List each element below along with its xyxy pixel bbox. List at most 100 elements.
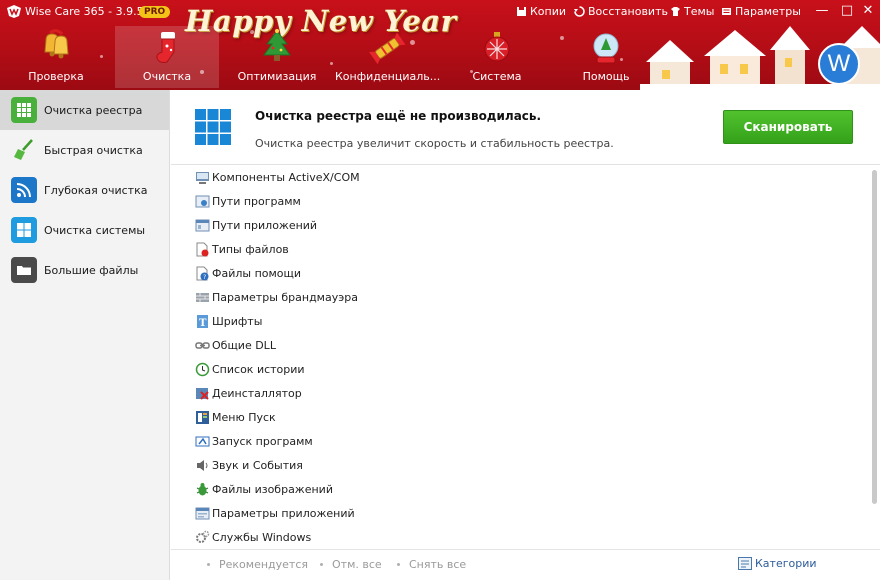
registry-status-panel: Очистка реестра ещё не производилась. Оч… — [171, 90, 880, 165]
categories-link[interactable]: Категории — [738, 557, 817, 570]
restore-icon — [574, 6, 585, 17]
services-icon — [196, 530, 210, 543]
list-item-label: Запуск программ — [212, 434, 313, 448]
registry-category-list: Компоненты ActiveX/COM Пути программ Пут… — [171, 166, 880, 548]
list-item-label: Деинсталлятор — [212, 386, 302, 400]
list-item-file-types[interactable]: Типы файлов — [195, 239, 289, 259]
list-item-label: Службы Windows — [212, 530, 312, 544]
list-item-label: Файлы помощи — [212, 266, 302, 280]
list-item-label: Файлы изображений — [212, 482, 333, 496]
select-all-link[interactable]: Отм. все — [320, 558, 382, 571]
registry-grid-icon — [195, 109, 231, 145]
uninstaller-icon — [196, 387, 209, 400]
nav-label-check: Проверка — [28, 70, 84, 83]
settings-button[interactable]: Параметры — [721, 5, 801, 18]
maximize-button[interactable]: □ — [838, 3, 856, 19]
nav-tab-optimize[interactable]: Оптимизация — [225, 26, 329, 88]
file-types-icon — [196, 242, 209, 256]
list-item-label: Пути программ — [212, 194, 301, 208]
nav-label-cleanup: Очистка — [142, 70, 192, 83]
history-icon — [195, 362, 210, 376]
list-item-firewall[interactable]: Параметры брандмауэра — [195, 287, 358, 307]
status-description: Очистка реестра увеличит скорость и стаб… — [255, 137, 614, 150]
settings-label: Параметры — [735, 5, 801, 18]
themes-icon — [671, 7, 680, 16]
bullet-icon — [320, 563, 323, 566]
list-item-label: Параметры приложений — [212, 506, 355, 520]
list-scrollbar[interactable] — [871, 166, 878, 548]
pro-badge: PRO — [139, 6, 171, 18]
scrollbar-thumb[interactable] — [872, 170, 877, 504]
scan-button[interactable]: Сканировать — [723, 110, 853, 144]
list-item-startup[interactable]: Запуск программ — [195, 431, 313, 451]
ornament-icon — [484, 32, 510, 62]
nav-tab-check[interactable]: Проверка — [4, 26, 108, 88]
backup-button[interactable]: Копии — [516, 5, 566, 18]
themes-button[interactable]: Темы — [670, 5, 714, 18]
sound-icon — [197, 459, 208, 471]
status-title: Очистка реестра ещё не производилась. — [255, 109, 542, 123]
restore-button[interactable]: Восстановить — [574, 5, 668, 18]
dll-icon — [195, 341, 210, 349]
nav-tab-cleanup[interactable]: Очистка — [115, 26, 219, 88]
nav-label-privacy: Конфиденциаль... — [335, 70, 441, 83]
footer-bar: Рекомендуется Отм. все Снять все Категор… — [171, 549, 880, 580]
list-item-sound-events[interactable]: Звук и События — [195, 455, 303, 475]
sidebar-item-registry-cleanup[interactable]: Очистка реестра — [0, 90, 169, 130]
svg-text:T: T — [199, 318, 207, 329]
list-item-help-files[interactable]: ? Файлы помощи — [195, 263, 301, 283]
list-item-label: Список истории — [212, 362, 305, 376]
sidebar-item-label: Большие файлы — [44, 263, 139, 277]
user-avatar[interactable]: W — [818, 43, 860, 85]
settings-icon — [722, 8, 731, 15]
close-button[interactable]: ✕ — [859, 3, 877, 19]
deep-clean-icon — [11, 177, 37, 203]
list-item-app-paths[interactable]: Пути приложений — [195, 215, 317, 235]
recommended-label: Рекомендуется — [219, 558, 308, 571]
categories-label: Категории — [755, 557, 817, 570]
registry-icon — [11, 97, 37, 123]
start-menu-icon — [196, 410, 209, 424]
bells-icon — [44, 29, 69, 59]
help-files-icon: ? — [196, 266, 209, 281]
list-item-shared-dll[interactable]: Общие DLL — [195, 335, 276, 355]
recommended-link[interactable]: Рекомендуется — [207, 558, 308, 571]
broom-icon — [11, 137, 37, 163]
list-item-start-menu[interactable]: Меню Пуск — [195, 407, 276, 427]
list-item-activex[interactable]: Компоненты ActiveX/COM — [195, 167, 360, 187]
svg-text:?: ? — [203, 274, 206, 281]
nav-tab-privacy[interactable]: Конфиденциаль... — [335, 26, 441, 88]
list-item-label: Звук и События — [212, 458, 303, 472]
sidebar-item-system-cleanup[interactable]: Очистка системы — [0, 210, 169, 250]
sidebar-item-label: Глубокая очистка — [44, 183, 148, 197]
cracker-icon — [369, 32, 406, 65]
sidebar-item-quick-cleanup[interactable]: Быстрая очистка — [0, 130, 169, 170]
list-item-app-settings[interactable]: Параметры приложений — [195, 503, 355, 523]
list-item-image-files[interactable]: Файлы изображений — [195, 479, 333, 499]
list-item-windows-services[interactable]: Службы Windows — [195, 527, 311, 547]
app-settings-icon — [195, 507, 210, 519]
sidebar-item-label: Быстрая очистка — [44, 143, 143, 157]
nav-tab-system[interactable]: Система — [445, 26, 549, 88]
windows-icon — [11, 217, 37, 243]
sidebar-item-label: Очистка реестра — [44, 103, 143, 117]
folder-icon — [11, 257, 37, 283]
backup-label: Копии — [530, 5, 567, 18]
list-item-uninstaller[interactable]: Деинсталлятор — [195, 383, 302, 403]
list-item-label: Шрифты — [212, 314, 263, 328]
list-item-program-paths[interactable]: Пути программ — [195, 191, 301, 211]
backup-icon — [517, 7, 526, 16]
startup-icon — [195, 436, 210, 446]
deselect-all-link[interactable]: Снять все — [397, 558, 466, 571]
minimize-button[interactable]: — — [813, 3, 831, 19]
sidebar-item-large-files[interactable]: Большие файлы — [0, 250, 169, 290]
sidebar-item-deep-cleanup[interactable]: Глубокая очистка — [0, 170, 169, 210]
list-item-label: Общие DLL — [212, 338, 276, 352]
list-item-history[interactable]: Список истории — [195, 359, 305, 379]
deselect-all-label: Снять все — [409, 558, 467, 571]
fonts-icon: T — [197, 314, 208, 329]
nav-label-optimize: Оптимизация — [237, 70, 317, 83]
program-paths-icon — [195, 195, 210, 207]
list-item-fonts[interactable]: T Шрифты — [195, 311, 262, 331]
stocking-icon — [156, 32, 175, 63]
